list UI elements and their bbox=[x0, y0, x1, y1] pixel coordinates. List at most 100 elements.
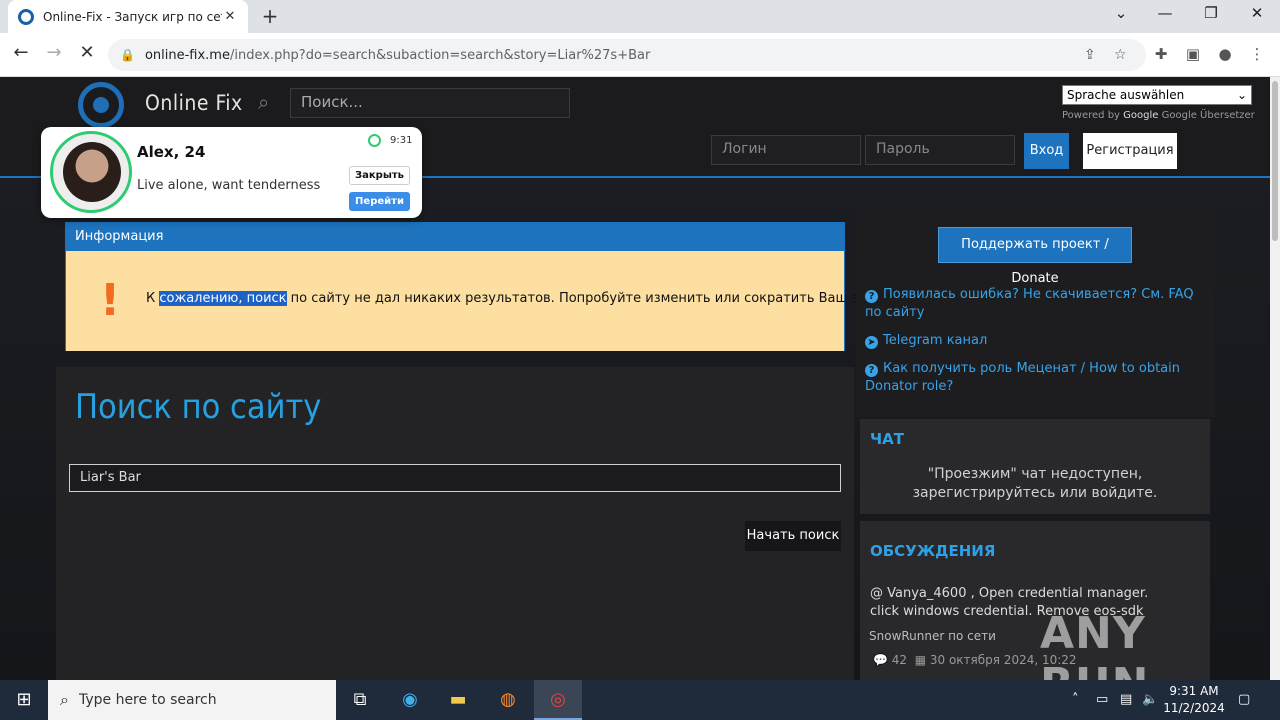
ad-notification: Alex, 24 Live alone, want tenderness 9:3… bbox=[41, 127, 422, 218]
notification-time: 9:31 bbox=[390, 135, 413, 146]
page-scrollbar[interactable] bbox=[1270, 77, 1280, 680]
start-search-button[interactable]: Начать поиск bbox=[745, 521, 841, 551]
password-field[interactable]: Пароль bbox=[865, 135, 1015, 165]
chat-line-2: зарегистрируйтесь или войдите. bbox=[912, 485, 1158, 501]
language-select[interactable]: Sprache auswählen ⌄ bbox=[1062, 85, 1252, 105]
anyrun-watermark: ANY RUN bbox=[1040, 608, 1148, 680]
telegram-icon: ➤ bbox=[865, 336, 878, 349]
telegram-link-label: Telegram канал bbox=[883, 333, 988, 348]
discussions-title: ОБСУЖДЕНИЯ bbox=[870, 542, 996, 560]
task-view-icon[interactable]: ⧉ bbox=[336, 680, 384, 720]
question-icon: ? bbox=[865, 290, 878, 303]
exclamation-icon: ! bbox=[100, 275, 121, 326]
notification-message: Live alone, want tenderness bbox=[137, 178, 321, 193]
browser-tab[interactable]: Online-Fix - Запуск игр по сети ✕ bbox=[8, 0, 248, 33]
profile-icon[interactable]: ● bbox=[1214, 45, 1236, 63]
search-icon: ⌕ bbox=[60, 690, 69, 709]
calendar-icon: ▦ bbox=[914, 653, 927, 667]
site-logo-icon[interactable] bbox=[78, 82, 124, 128]
login-button[interactable]: Вход bbox=[1024, 133, 1069, 169]
info-message: Информация ! К сожалению, поиск по сайту… bbox=[65, 222, 902, 351]
back-icon[interactable]: ← bbox=[8, 42, 34, 63]
new-tab-button[interactable]: + bbox=[258, 4, 282, 28]
url-field[interactable]: 🔒 online-fix.me/index.php?do=search&suba… bbox=[108, 39, 1146, 71]
firefox-icon[interactable]: ◍ bbox=[484, 680, 532, 720]
maximize-button[interactable]: ❐ bbox=[1198, 4, 1224, 22]
system-clock[interactable]: 9:31 AM 11/2/2024 bbox=[1162, 683, 1226, 717]
avatar bbox=[50, 131, 132, 213]
chat-block: ЧАТ "Проезжим" чат недоступен, зарегистр… bbox=[860, 419, 1210, 514]
main-column: Информация ! К сожалению, поиск по сайту… bbox=[56, 211, 902, 680]
side-panel-icon[interactable]: ▣ bbox=[1182, 45, 1204, 63]
discussion-game-link[interactable]: SnowRunner по сети bbox=[869, 629, 996, 643]
info-body: ! К сожалению, поиск по сайту не дал ник… bbox=[66, 251, 902, 351]
windows-taskbar: ⊞ ⌕ Type here to search ⧉ ◉ ▬ ◍ ◎ ˄ ▭ ▤ … bbox=[0, 680, 1280, 720]
page-title: Поиск по сайту bbox=[75, 387, 322, 427]
tab-close-icon[interactable]: ✕ bbox=[222, 9, 238, 24]
google-logo: Google bbox=[1123, 110, 1159, 121]
file-explorer-icon[interactable]: ▬ bbox=[434, 680, 482, 720]
register-button[interactable]: Регистрация bbox=[1083, 133, 1177, 169]
share-icon[interactable]: ⇪ bbox=[1084, 39, 1096, 71]
powered-by: Powered by Google Google Übersetzer bbox=[1062, 110, 1255, 121]
comment-count: 42 bbox=[891, 653, 908, 667]
info-text: К сожалению, поиск по сайту не дал никак… bbox=[146, 291, 902, 306]
donator-link-label: Как получить роль Меценат / How to obtai… bbox=[865, 361, 1180, 394]
network-icon[interactable]: ▭ bbox=[1096, 680, 1108, 720]
notifications-icon[interactable]: ▢ bbox=[1238, 680, 1250, 720]
selected-text: сожалению, поиск bbox=[159, 291, 287, 306]
info-text-start: К bbox=[146, 291, 160, 306]
tab-search-icon[interactable]: ⌄ bbox=[1108, 4, 1134, 22]
language-icon[interactable]: ▤ bbox=[1120, 680, 1132, 720]
comment-icon: 💬 bbox=[873, 653, 888, 667]
faq-link[interactable]: ? Появилась ошибка? Не скачивается? См. F… bbox=[865, 286, 1195, 322]
web-page: Online Fix ⌕ Поиск... Sprache auswählen … bbox=[0, 77, 1270, 680]
clock-date: 11/2/2024 bbox=[1163, 701, 1225, 715]
search-panel: Поиск по сайту Liar's Bar Начать поиск bbox=[56, 367, 854, 680]
menu-icon[interactable]: ⋮ bbox=[1246, 45, 1268, 63]
stop-loading-icon[interactable]: ✕ bbox=[74, 42, 100, 63]
faq-link-label: Появилась ошибка? Не скачивается? См. FA… bbox=[865, 287, 1194, 320]
notification-go-button[interactable]: Перейти bbox=[349, 192, 410, 211]
minimize-button[interactable]: — bbox=[1152, 4, 1178, 22]
translate-brand[interactable]: Google Übersetzer bbox=[1162, 110, 1255, 121]
tab-title: Online-Fix - Запуск игр по сети bbox=[43, 9, 222, 24]
taskbar-search-placeholder: Type here to search bbox=[78, 692, 217, 708]
close-window-button[interactable]: ✕ bbox=[1244, 4, 1270, 22]
chrome-icon[interactable]: ◎ bbox=[534, 680, 582, 720]
info-title: Информация bbox=[66, 223, 844, 251]
notification-close-button[interactable]: Закрыть bbox=[349, 166, 410, 185]
url-domain: online-fix.me bbox=[144, 47, 230, 63]
notification-name: Alex, 24 bbox=[137, 143, 206, 161]
bookmark-star-icon[interactable]: ☆ bbox=[1114, 39, 1127, 71]
donate-button[interactable]: Поддержать проект / Donate bbox=[938, 227, 1132, 286]
search-query-input[interactable]: Liar's Bar bbox=[69, 464, 841, 492]
extensions-icon[interactable]: ✚ bbox=[1150, 45, 1172, 63]
info-text-end: по сайту не дал никаких результатов. Поп… bbox=[286, 291, 903, 306]
tab-strip: Online-Fix - Запуск игр по сети ✕ + ⌄ — … bbox=[0, 0, 1280, 33]
clock-icon bbox=[368, 134, 381, 147]
sidebar-links-block: Поддержать проект / Donate ? Появилась ош… bbox=[856, 211, 1214, 417]
donator-role-link[interactable]: ? Как получить роль Меценат / How to obta… bbox=[865, 360, 1195, 396]
chat-title: ЧАТ bbox=[870, 430, 904, 448]
tray-chevron-icon[interactable]: ˄ bbox=[1072, 680, 1079, 720]
question-icon: ? bbox=[865, 364, 878, 377]
search-icon[interactable]: ⌕ bbox=[258, 90, 269, 114]
url-path: /index.php?do=search&subaction=search&st… bbox=[229, 47, 651, 63]
volume-icon[interactable]: 🔈 bbox=[1142, 680, 1158, 720]
site-favicon-icon bbox=[18, 8, 34, 25]
taskbar-search[interactable]: ⌕ Type here to search bbox=[48, 680, 336, 720]
scrollbar-thumb[interactable] bbox=[1272, 81, 1278, 241]
forward-icon[interactable]: → bbox=[41, 42, 67, 63]
site-search-input[interactable]: Поиск... bbox=[290, 88, 570, 118]
chat-notice: "Проезжим" чат недоступен, зарегистрируй… bbox=[860, 465, 1210, 503]
language-select-label: Sprache auswählen bbox=[1067, 88, 1185, 102]
start-button[interactable]: ⊞ bbox=[0, 680, 48, 720]
chat-line-1: "Проезжим" чат недоступен, bbox=[927, 466, 1143, 482]
login-field[interactable]: Логин bbox=[711, 135, 861, 165]
site-brand[interactable]: Online Fix bbox=[145, 91, 243, 115]
edge-icon[interactable]: ◉ bbox=[386, 680, 434, 720]
chevron-down-icon: ⌄ bbox=[1236, 88, 1247, 102]
clock-time: 9:31 AM bbox=[1169, 684, 1219, 698]
telegram-link[interactable]: ➤ Telegram канал bbox=[865, 332, 1195, 350]
